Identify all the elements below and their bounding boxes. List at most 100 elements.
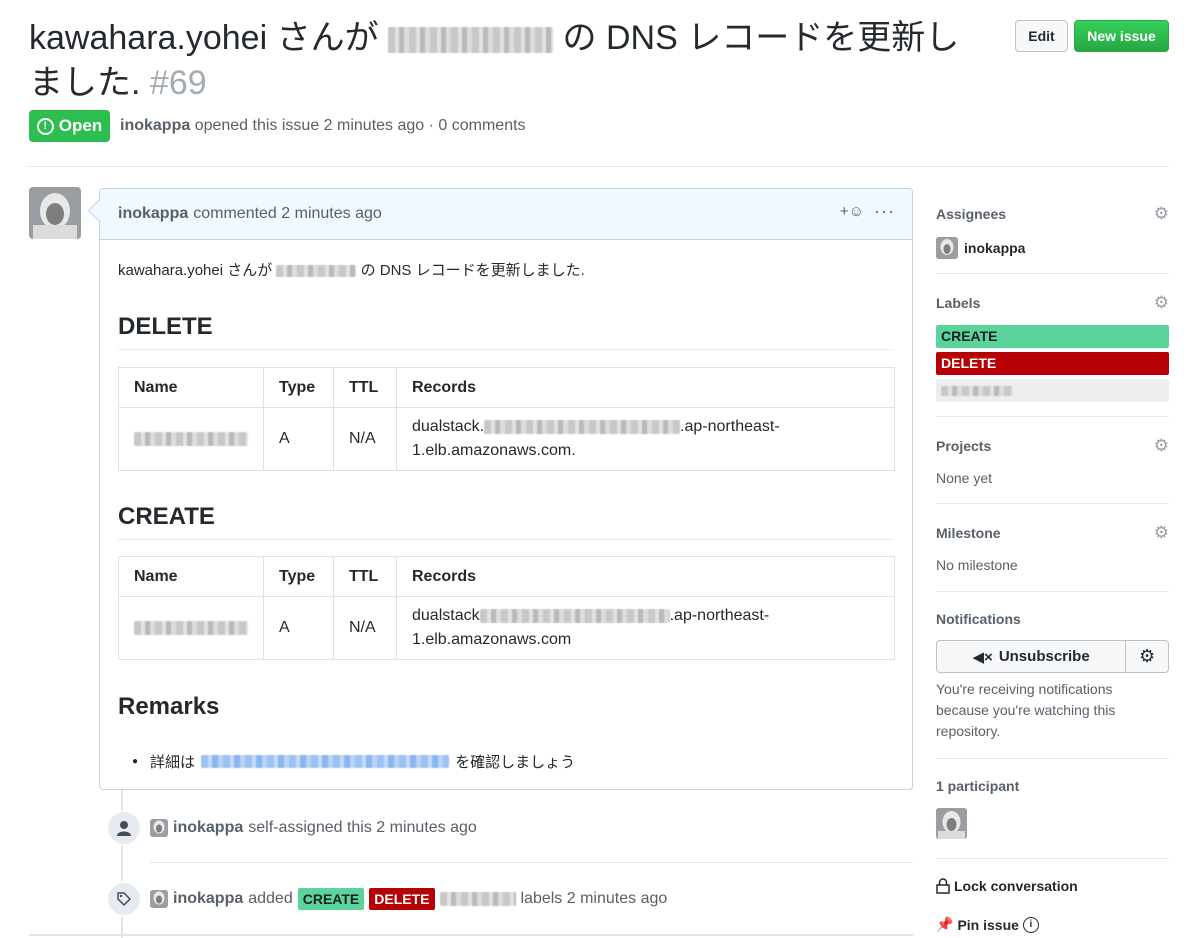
col-type: Type (263, 367, 334, 408)
info-icon[interactable]: i (1022, 916, 1039, 933)
pin-icon: 📌 (936, 916, 954, 932)
lock-conversation-link[interactable]: Lock conversation (936, 878, 1078, 894)
cell-name (118, 596, 264, 660)
pin-label: Pin issue (957, 916, 1019, 933)
issue-author-link[interactable]: inokappa (120, 117, 190, 134)
sidebar-divider (936, 273, 1169, 274)
cell-records: dualstack .ap-northeast- 1.elb.amazonaws.… (396, 596, 895, 660)
assignees-gear-icon[interactable]: ⚙ (1154, 204, 1169, 224)
title-prefix: kawahara.yohei さんが (29, 19, 379, 57)
milestone-gear-icon[interactable]: ⚙ (1154, 523, 1169, 543)
add-reaction-icon[interactable]: +☺ (840, 203, 864, 220)
author-avatar[interactable] (29, 187, 81, 239)
avatar (936, 237, 958, 259)
state-badge: ! Open (29, 110, 110, 142)
projects-value: None yet (936, 470, 993, 486)
more-options-icon[interactable]: ··· (874, 201, 895, 222)
issue-opened-text: opened this issue 2 minutes ago · 0 comm… (194, 117, 526, 134)
lock-label: Lock conversation (954, 878, 1078, 894)
sidebar-notifications: Notifications (936, 611, 1169, 627)
comment-time: commented 2 minutes ago (193, 205, 382, 222)
records-prefix: dualstack. (412, 418, 485, 435)
timeline-assigned-event: inokappa self-assigned this 2 minutes ag… (150, 819, 477, 837)
notification-description: You're receiving notifications because y… (936, 681, 1116, 739)
label-delete[interactable]: DELETE (369, 888, 435, 910)
lock-icon (936, 878, 950, 894)
avatar[interactable] (150, 890, 168, 908)
assignee-item[interactable]: inokappa (936, 237, 1169, 259)
table-row: A N/A dualstack. .ap-northeast- 1.elb.ama… (118, 407, 895, 471)
notification-settings-gear-icon[interactable]: ⚙ (1126, 640, 1169, 673)
participants-title: 1 participant (936, 778, 1020, 794)
unsubscribe-button[interactable]: ◀× Unsubscribe (936, 640, 1127, 673)
cell-records: dualstack. .ap-northeast- 1.elb.amazonaws… (396, 407, 895, 471)
new-issue-button[interactable]: New issue (1074, 20, 1169, 52)
col-name: Name (118, 556, 264, 597)
cell-type: A (263, 596, 334, 660)
section-heading-delete: DELETE (118, 313, 894, 350)
avatar-image (29, 187, 81, 239)
table-row: A N/A dualstack .ap-northeast- 1.elb.amaz… (118, 596, 895, 660)
labels-gear-icon[interactable]: ⚙ (1154, 293, 1169, 313)
records-line2: 1.elb.amazonaws.com. (412, 442, 576, 459)
tag-icon (106, 881, 142, 917)
comment-body: kawahara.yohei さんが の DNS レコードを更新しました. DE… (118, 251, 895, 720)
redacted-label (941, 386, 1013, 397)
comment-box: inokappa commented 2 minutes ago +☺ ··· … (99, 188, 913, 790)
participant-avatar[interactable] (936, 808, 1169, 839)
sidebar-assignees: Assignees ⚙ inokappa (936, 204, 1169, 259)
sidebar-milestone: Milestone ⚙ No milestone (936, 523, 1169, 573)
issue-meta: inokappa opened this issue 2 minutes ago… (120, 117, 526, 135)
redacted-domain (276, 265, 357, 278)
label-create[interactable]: CREATE (936, 325, 1169, 348)
comment-header: inokappa commented 2 minutes ago +☺ ··· (100, 189, 912, 240)
event-author-link[interactable]: inokappa (173, 819, 243, 837)
redacted-records (484, 419, 681, 434)
comment-intro: kawahara.yohei さんが の DNS レコードを更新しました. (118, 259, 894, 279)
state-label: Open (58, 116, 103, 135)
bullet-icon: ● (132, 756, 139, 767)
redacted-name (134, 620, 248, 635)
label-create[interactable]: CREATE (297, 888, 365, 910)
remarks-link[interactable] (201, 755, 450, 768)
issue-number: #69 (149, 64, 207, 102)
projects-gear-icon[interactable]: ⚙ (1154, 436, 1169, 456)
sidebar-participants: 1 participant (936, 778, 1169, 839)
assignee-name: inokappa (964, 240, 1026, 256)
pin-issue-link[interactable]: 📌 Pin issue i (936, 916, 1039, 933)
label-redacted[interactable] (936, 379, 1169, 402)
sidebar-projects: Projects ⚙ None yet (936, 436, 1169, 486)
labels-title: Labels (936, 295, 981, 311)
redacted-label[interactable] (439, 892, 516, 906)
col-ttl: TTL (333, 367, 397, 408)
milestone-value: No milestone (936, 557, 1018, 573)
edit-button[interactable]: Edit (1015, 20, 1068, 52)
sidebar-divider (936, 591, 1169, 592)
event-author-link[interactable]: inokappa (173, 890, 243, 908)
table-header-row: Name Type TTL Records (118, 556, 895, 597)
timeline-labeled-event: inokappa added CREATE DELETE labels 2 mi… (150, 888, 667, 910)
avatar (936, 808, 967, 839)
intro-prefix: kawahara.yohei さんが (118, 262, 273, 279)
comment-author-link[interactable]: inokappa (118, 205, 188, 223)
remarks-prefix: 詳細は (150, 754, 196, 771)
issue-title: kawahara.yohei さんが の DNS レコードを更新しました. #6… (29, 16, 979, 106)
cell-ttl: N/A (333, 407, 397, 471)
event-text: self-assigned this 2 minutes ago (248, 819, 477, 836)
intro-suffix: の DNS レコードを更新しました. (360, 262, 585, 279)
header-divider (29, 166, 1169, 167)
timeline-divider (150, 862, 913, 863)
label-delete[interactable]: DELETE (936, 352, 1169, 375)
redacted-records (479, 608, 670, 623)
sidebar-divider (936, 416, 1169, 417)
unsubscribe-label: Unsubscribe (998, 648, 1090, 665)
event-suffix-text: labels 2 minutes ago (520, 890, 668, 907)
col-ttl: TTL (333, 556, 397, 597)
delete-records-table: Name Type TTL Records A N/A dualstack. .a… (118, 367, 895, 471)
records-line2: 1.elb.amazonaws.com (412, 631, 572, 648)
cell-ttl: N/A (333, 596, 397, 660)
bottom-divider (29, 934, 913, 936)
mute-icon: ◀× (972, 648, 993, 666)
unsubscribe-group: ◀× Unsubscribe ⚙ (936, 640, 1169, 673)
avatar[interactable] (150, 819, 168, 837)
